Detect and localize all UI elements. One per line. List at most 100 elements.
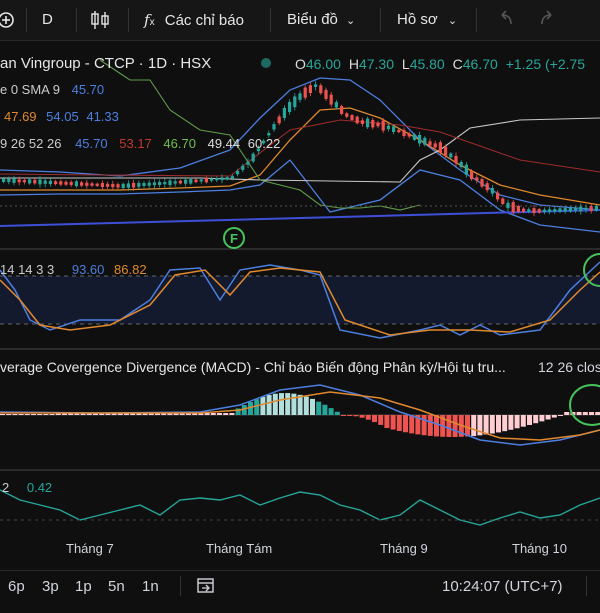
macd-histogram-bar <box>223 413 229 415</box>
redo-button[interactable] <box>538 0 558 40</box>
macd-histogram-bar <box>409 415 415 434</box>
time-axis-label: Tháng 9 <box>380 541 428 556</box>
indicators-button[interactable]: fx Các chỉ báo <box>144 0 244 40</box>
candle-body <box>345 113 349 117</box>
ichimoku-legend[interactable]: 9 26 52 26 45.70 53.17 46.70 49.44 60.22 <box>0 136 280 151</box>
candle-body <box>334 102 338 108</box>
candle-body <box>225 177 229 180</box>
symbol-search-button[interactable] <box>0 0 22 40</box>
candle-body <box>366 118 370 128</box>
candle-body <box>522 208 526 212</box>
macd-histogram-bar <box>483 415 489 435</box>
add-circle-icon <box>0 12 14 28</box>
toolbar-divider <box>76 8 77 32</box>
macd-histogram-bar <box>514 415 520 429</box>
chart-menu-label: Biểu đồ <box>287 11 338 28</box>
bb-value-3: 41.33 <box>86 109 119 124</box>
undo-button[interactable] <box>496 0 516 40</box>
interval-button[interactable]: D <box>42 0 53 40</box>
chart-style-button[interactable] <box>90 0 112 40</box>
macd-histogram-bar <box>24 414 30 415</box>
symbol-title-row[interactable]: an Vingroup - CTCP · 1D · HSX <box>0 55 211 72</box>
candle-body <box>12 178 16 183</box>
macd-histogram-bar <box>341 415 346 416</box>
candle-body <box>371 119 375 128</box>
candle-body <box>111 183 115 188</box>
sma-legend[interactable]: e 0 SMA 9 45.70 <box>0 82 104 97</box>
function-icon-sub: x <box>149 17 155 28</box>
macd-params: 12 26 clos <box>538 359 600 375</box>
candle-body <box>277 116 281 124</box>
candle-body <box>314 84 318 88</box>
candle-body <box>17 179 21 183</box>
candle-body <box>7 178 11 183</box>
candle-body <box>464 164 468 175</box>
macd-histogram-bar <box>31 414 36 415</box>
candle-body <box>178 180 182 184</box>
redo-icon <box>541 10 552 25</box>
toolbar-divider <box>380 8 381 32</box>
macd-histogram-bar <box>508 415 514 430</box>
goto-date-button[interactable] <box>196 571 216 601</box>
macd-histogram-bar <box>43 414 49 415</box>
candle-body <box>444 146 448 156</box>
candle-body <box>584 207 588 210</box>
toolbar-divider <box>270 8 271 32</box>
candle-body <box>158 181 162 186</box>
range-6m-button[interactable]: 6p <box>8 571 25 601</box>
macd-histogram-bar <box>558 415 563 416</box>
macd-histogram-bar <box>12 414 18 415</box>
indicator-legend[interactable]: 2 0.42 <box>2 480 52 495</box>
candle-body <box>480 179 484 187</box>
candle-body <box>418 134 422 144</box>
macd-histogram-bar <box>446 415 452 437</box>
candle-body <box>106 183 110 187</box>
highlight-circle <box>569 384 600 426</box>
candle-body <box>501 198 505 204</box>
candle-body <box>594 205 598 211</box>
chart-menu-button[interactable]: Biểu đồ ⌄ <box>287 0 355 40</box>
trend-line[interactable] <box>0 209 600 227</box>
range-3m-button[interactable]: 3p <box>42 571 59 601</box>
ichimoku-value-2: 53.17 <box>119 136 152 151</box>
candle-body <box>147 182 151 186</box>
toolbar-divider <box>180 576 181 596</box>
indicators-label: Các chỉ báo <box>164 12 244 29</box>
candle-body <box>475 177 479 181</box>
candle-body <box>516 205 520 212</box>
bb-legend[interactable]: 47.69 54.05 41.33 <box>4 109 119 124</box>
macd-legend[interactable]: verage Covergence Divergence (MACD) - Ch… <box>0 359 506 375</box>
macd-histogram-bar <box>390 415 396 430</box>
high-value: 47.30 <box>358 56 394 72</box>
candle-body <box>241 165 245 171</box>
range-1m-button[interactable]: 1p <box>75 571 92 601</box>
macd-histogram-bar <box>322 404 328 415</box>
macd-histogram-bar <box>303 396 309 415</box>
range-5d-button[interactable]: 5n <box>108 571 125 601</box>
candle-body <box>137 182 141 187</box>
stoch-band <box>0 276 600 324</box>
macd-histogram-bar <box>396 415 402 431</box>
candle-body <box>163 181 167 185</box>
candle-body <box>85 182 89 186</box>
macd-histogram-bar <box>254 399 260 415</box>
stoch-d-value: 86.82 <box>114 262 147 277</box>
macd-histogram-bar <box>576 412 582 415</box>
macd-histogram-bar <box>365 415 371 420</box>
candle-body <box>579 206 583 212</box>
profile-menu-button[interactable]: Hồ sơ ⌄ <box>397 0 457 40</box>
macd-histogram-bar <box>502 415 508 432</box>
top-toolbar: D fx Các chỉ báo Biểu đồ ⌄ Hồ sơ ⌄ <box>0 0 600 41</box>
candle-body <box>288 101 292 113</box>
candlestick-icon <box>91 11 109 29</box>
stoch-legend[interactable]: 14 14 3 3 93.60 86.82 <box>0 262 147 277</box>
macd-histogram-bar <box>372 415 377 423</box>
candle-body <box>38 179 42 185</box>
candle-body <box>490 188 494 194</box>
candle-body <box>511 202 515 213</box>
ichimoku-value-3: 46.70 <box>163 136 196 151</box>
candle-body <box>230 176 234 179</box>
clock[interactable]: 10:24:07 (UTC+7) <box>442 571 562 601</box>
candle-body <box>438 142 442 153</box>
range-1d-button[interactable]: 1n <box>142 571 159 601</box>
